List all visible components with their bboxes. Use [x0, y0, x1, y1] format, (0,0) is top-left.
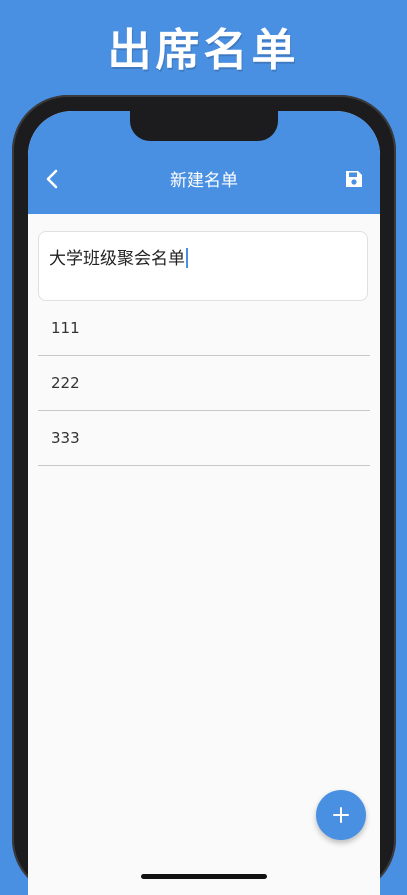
save-button[interactable]	[340, 165, 368, 193]
plus-icon	[333, 807, 349, 823]
notch	[130, 111, 278, 141]
list-item[interactable]: 333	[38, 411, 370, 466]
add-item-button[interactable]	[316, 790, 366, 840]
text-cursor	[186, 248, 188, 268]
page-title: 新建名单	[170, 171, 238, 191]
phone-frame: 新建名单 大学班级聚会名单 111 222 333	[12, 95, 396, 895]
list-item[interactable]: 222	[38, 356, 370, 411]
attendee-list: 111 222 333	[38, 301, 370, 466]
home-indicator[interactable]	[141, 874, 267, 879]
list-item[interactable]: 111	[38, 301, 370, 356]
list-item-label: 111	[51, 319, 80, 337]
list-name-input[interactable]: 大学班级聚会名单	[38, 231, 368, 301]
promo-title: 出席名单	[107, 25, 300, 76]
list-item-label: 222	[51, 374, 80, 392]
floppy-disk-icon	[346, 171, 362, 187]
list-name-value: 大学班级聚会名单	[49, 249, 185, 269]
list-item-label: 333	[51, 429, 80, 447]
app-screen: 新建名单 大学班级聚会名单 111 222 333	[28, 111, 380, 895]
